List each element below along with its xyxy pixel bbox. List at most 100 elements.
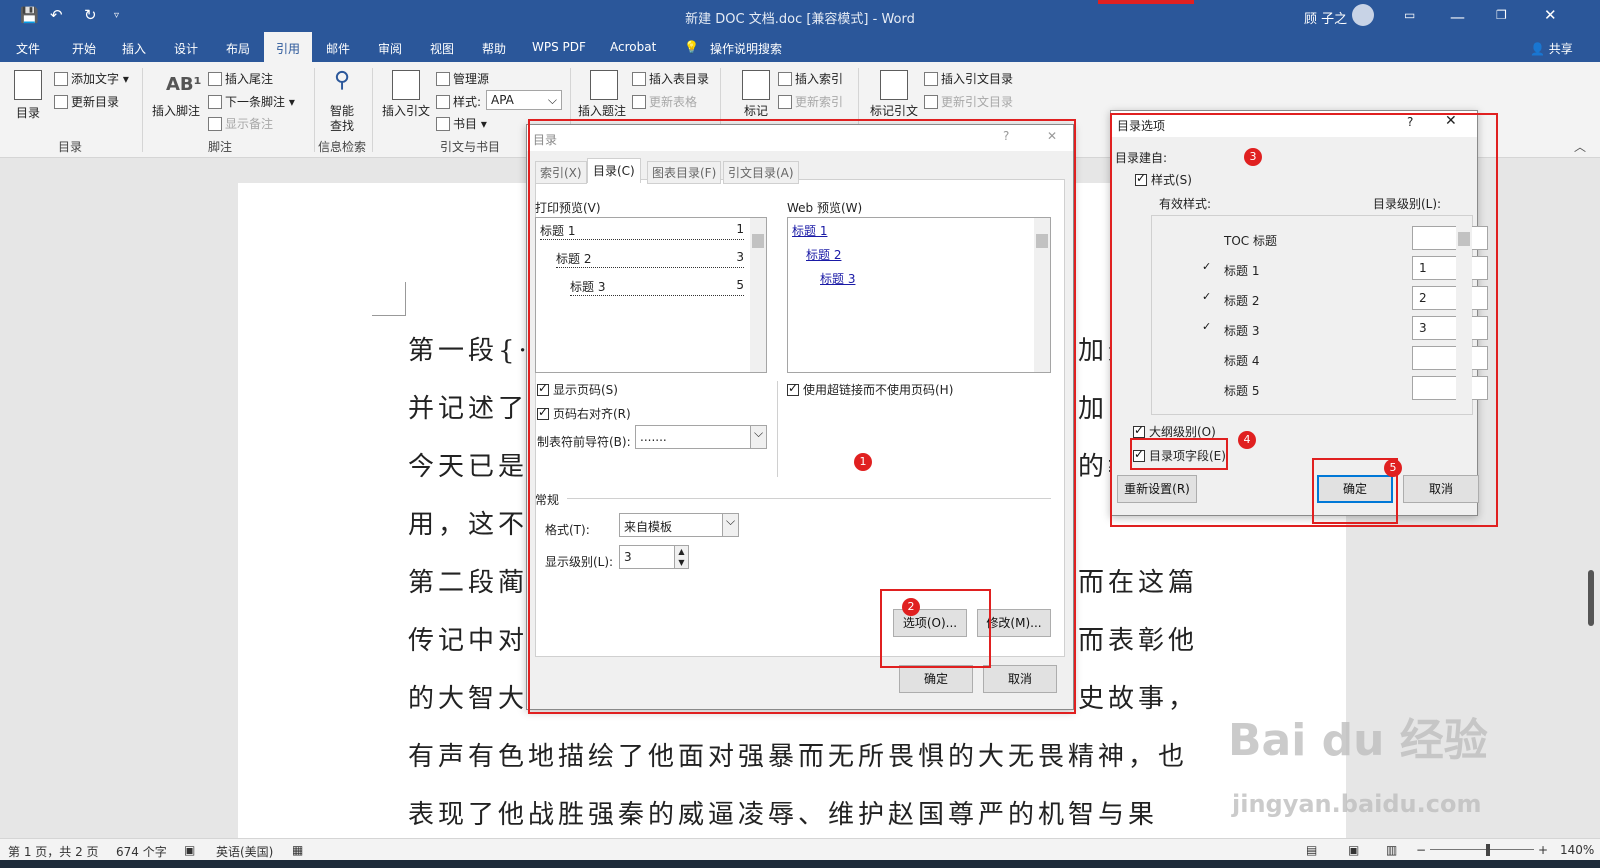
tab-insert[interactable]: 插入 xyxy=(122,40,146,57)
tab-table-of-figures[interactable]: 图表目录(F) xyxy=(647,161,722,184)
tab-design[interactable]: 设计 xyxy=(174,40,198,57)
mark-citation-button[interactable]: 标记引文 xyxy=(870,102,918,119)
next-footnote-button[interactable]: 下一条脚注 ▾ xyxy=(208,93,295,110)
tab-wps-pdf[interactable]: WPS PDF xyxy=(532,40,586,54)
show-levels-stepper[interactable]: 3 ▲ ▼ xyxy=(619,545,689,569)
spinner-arrows-icon[interactable]: ▲ ▼ xyxy=(674,546,688,568)
zoom-out-icon[interactable]: − xyxy=(1416,843,1426,857)
insert-caption-button[interactable]: 插入题注 xyxy=(578,102,626,119)
style-icon xyxy=(436,95,450,109)
insert-citation-button[interactable]: 插入引文 xyxy=(382,102,430,119)
web-preview-scrollbar[interactable] xyxy=(1034,218,1050,372)
tell-me-search[interactable]: 操作说明搜索 xyxy=(710,40,782,57)
insert-table-of-figures-button[interactable]: 插入表目录 xyxy=(632,70,709,87)
style-level-input[interactable]: 3 xyxy=(1412,316,1488,340)
tab-toc[interactable]: 目录(C) xyxy=(587,158,641,183)
toc-entry-fields-checkbox[interactable]: 目录项字段(E) xyxy=(1133,447,1226,464)
update-index-button[interactable]: 更新索引 xyxy=(778,93,843,110)
check-icon: ✓ xyxy=(1202,290,1212,303)
print-preview-scrollbar[interactable] xyxy=(750,218,766,372)
print-layout-icon[interactable]: ▣ xyxy=(1348,843,1359,857)
zoom-slider[interactable] xyxy=(1430,849,1534,850)
vertical-scrollbar[interactable] xyxy=(1588,570,1594,626)
tab-table-of-authorities[interactable]: 引文目录(A) xyxy=(723,161,799,184)
collapse-ribbon-icon[interactable]: ︿ xyxy=(1574,138,1586,155)
tab-acrobat[interactable]: Acrobat xyxy=(610,40,656,54)
format-select[interactable]: 来自模板 ⌵ xyxy=(619,513,739,537)
web-preview-link[interactable]: 标题 3 xyxy=(820,270,855,287)
avatar[interactable] xyxy=(1352,4,1374,26)
tab-layout[interactable]: 布局 xyxy=(226,40,250,57)
styles-scrollbar[interactable] xyxy=(1456,216,1472,414)
close-icon[interactable]: ✕ xyxy=(1445,113,1457,129)
language[interactable]: 英语(美国) xyxy=(216,843,273,860)
tab-review[interactable]: 审阅 xyxy=(378,40,402,57)
web-layout-icon[interactable]: ▥ xyxy=(1386,843,1397,857)
add-text-button[interactable]: 添加文字 ▾ xyxy=(54,70,129,87)
mark-entry-button[interactable]: 标记 xyxy=(744,102,768,119)
insert-index-button[interactable]: 插入索引 xyxy=(778,70,843,87)
doc-line-right: 史故事， xyxy=(1078,684,1199,714)
close-icon[interactable]: ✕ xyxy=(1047,129,1057,143)
zoom-level[interactable]: 140% xyxy=(1560,843,1594,857)
share-button[interactable]: 👤 共享 xyxy=(1530,40,1573,57)
show-page-numbers-checkbox[interactable]: 显示页码(S) xyxy=(537,381,618,398)
smart-lookup-button-line2[interactable]: 查找 xyxy=(330,117,354,134)
page-count[interactable]: 第 1 页，共 2 页 xyxy=(8,843,99,860)
insert-toa-button[interactable]: 插入引文目录 xyxy=(924,70,1013,87)
tab-references[interactable]: 引用 xyxy=(264,32,313,62)
word-count[interactable]: 674 个字 xyxy=(116,843,167,860)
tab-file[interactable]: 文件 xyxy=(16,40,40,57)
style-row-name: 标题 1 xyxy=(1224,264,1260,278)
ok-button[interactable]: 确定 xyxy=(1317,475,1393,503)
web-preview-link[interactable]: 标题 1 xyxy=(792,222,827,239)
insert-endnote-button[interactable]: 插入尾注 xyxy=(208,70,273,87)
close-window-icon[interactable]: ✕ xyxy=(1544,6,1557,24)
update-table-button[interactable]: 更新表格 xyxy=(632,93,697,110)
help-icon[interactable]: ? xyxy=(1407,115,1413,129)
update-toa-label: 更新引文目录 xyxy=(941,95,1014,109)
tab-help[interactable]: 帮助 xyxy=(482,40,506,57)
tab-home[interactable]: 开始 xyxy=(72,40,96,57)
manage-sources-button[interactable]: 管理源 xyxy=(436,70,489,87)
show-notes-button[interactable]: 显示备注 xyxy=(208,115,273,132)
tab-index[interactable]: 索引(X) xyxy=(535,161,587,184)
bibliography-button[interactable]: 书目 ▾ xyxy=(436,115,487,132)
checkbox-icon xyxy=(537,381,549,396)
style-level-input[interactable] xyxy=(1412,346,1488,370)
tab-leader-select[interactable]: ....... ⌵ xyxy=(635,425,767,449)
styles-checkbox[interactable]: 样式(S) xyxy=(1135,171,1192,188)
minimize-icon[interactable]: — xyxy=(1450,8,1465,26)
style-level-input[interactable]: 2 xyxy=(1412,286,1488,310)
cancel-button[interactable]: 取消 xyxy=(1403,475,1479,503)
tab-mailings[interactable]: 邮件 xyxy=(326,40,350,57)
help-icon[interactable]: ? xyxy=(1003,129,1009,143)
macro-icon[interactable]: ▦ xyxy=(292,843,303,857)
zoom-slider-thumb[interactable] xyxy=(1486,844,1490,856)
toc-button[interactable]: 目录 xyxy=(16,104,40,121)
right-align-checkbox[interactable]: 页码右对齐(R) xyxy=(537,405,631,422)
cancel-button[interactable]: 取消 xyxy=(983,665,1057,693)
style-level-input[interactable]: 1 xyxy=(1412,256,1488,280)
restore-icon[interactable]: ❐ xyxy=(1496,8,1507,22)
proofing-icon[interactable]: ▣ xyxy=(184,843,195,857)
chevron-down-icon: ⌵ xyxy=(722,514,738,536)
update-toc-button[interactable]: 更新目录 xyxy=(54,93,119,110)
modify-button[interactable]: 修改(M)... xyxy=(977,609,1051,637)
zoom-in-icon[interactable]: + xyxy=(1538,843,1548,857)
style-level-input[interactable] xyxy=(1412,376,1488,400)
web-preview-link[interactable]: 标题 2 xyxy=(806,246,841,263)
use-hyperlinks-checkbox[interactable]: 使用超链接而不使用页码(H) xyxy=(787,381,953,398)
read-mode-icon[interactable]: ▤ xyxy=(1306,843,1317,857)
citation-style-select[interactable]: APA ⌵ xyxy=(486,90,562,110)
ok-button[interactable]: 确定 xyxy=(899,665,973,693)
update-toa-button[interactable]: 更新引文目录 xyxy=(924,93,1013,110)
outline-levels-checkbox[interactable]: 大纲级别(O) xyxy=(1133,423,1216,440)
ribbon-divider xyxy=(372,68,373,152)
reset-button[interactable]: 重新设置(R) xyxy=(1117,475,1197,503)
divider xyxy=(777,381,778,477)
ribbon-display-icon[interactable]: ▭ xyxy=(1404,8,1415,22)
tab-view[interactable]: 视图 xyxy=(430,40,454,57)
style-level-input[interactable] xyxy=(1412,226,1488,250)
insert-footnote-button[interactable]: 插入脚注 xyxy=(152,102,200,119)
